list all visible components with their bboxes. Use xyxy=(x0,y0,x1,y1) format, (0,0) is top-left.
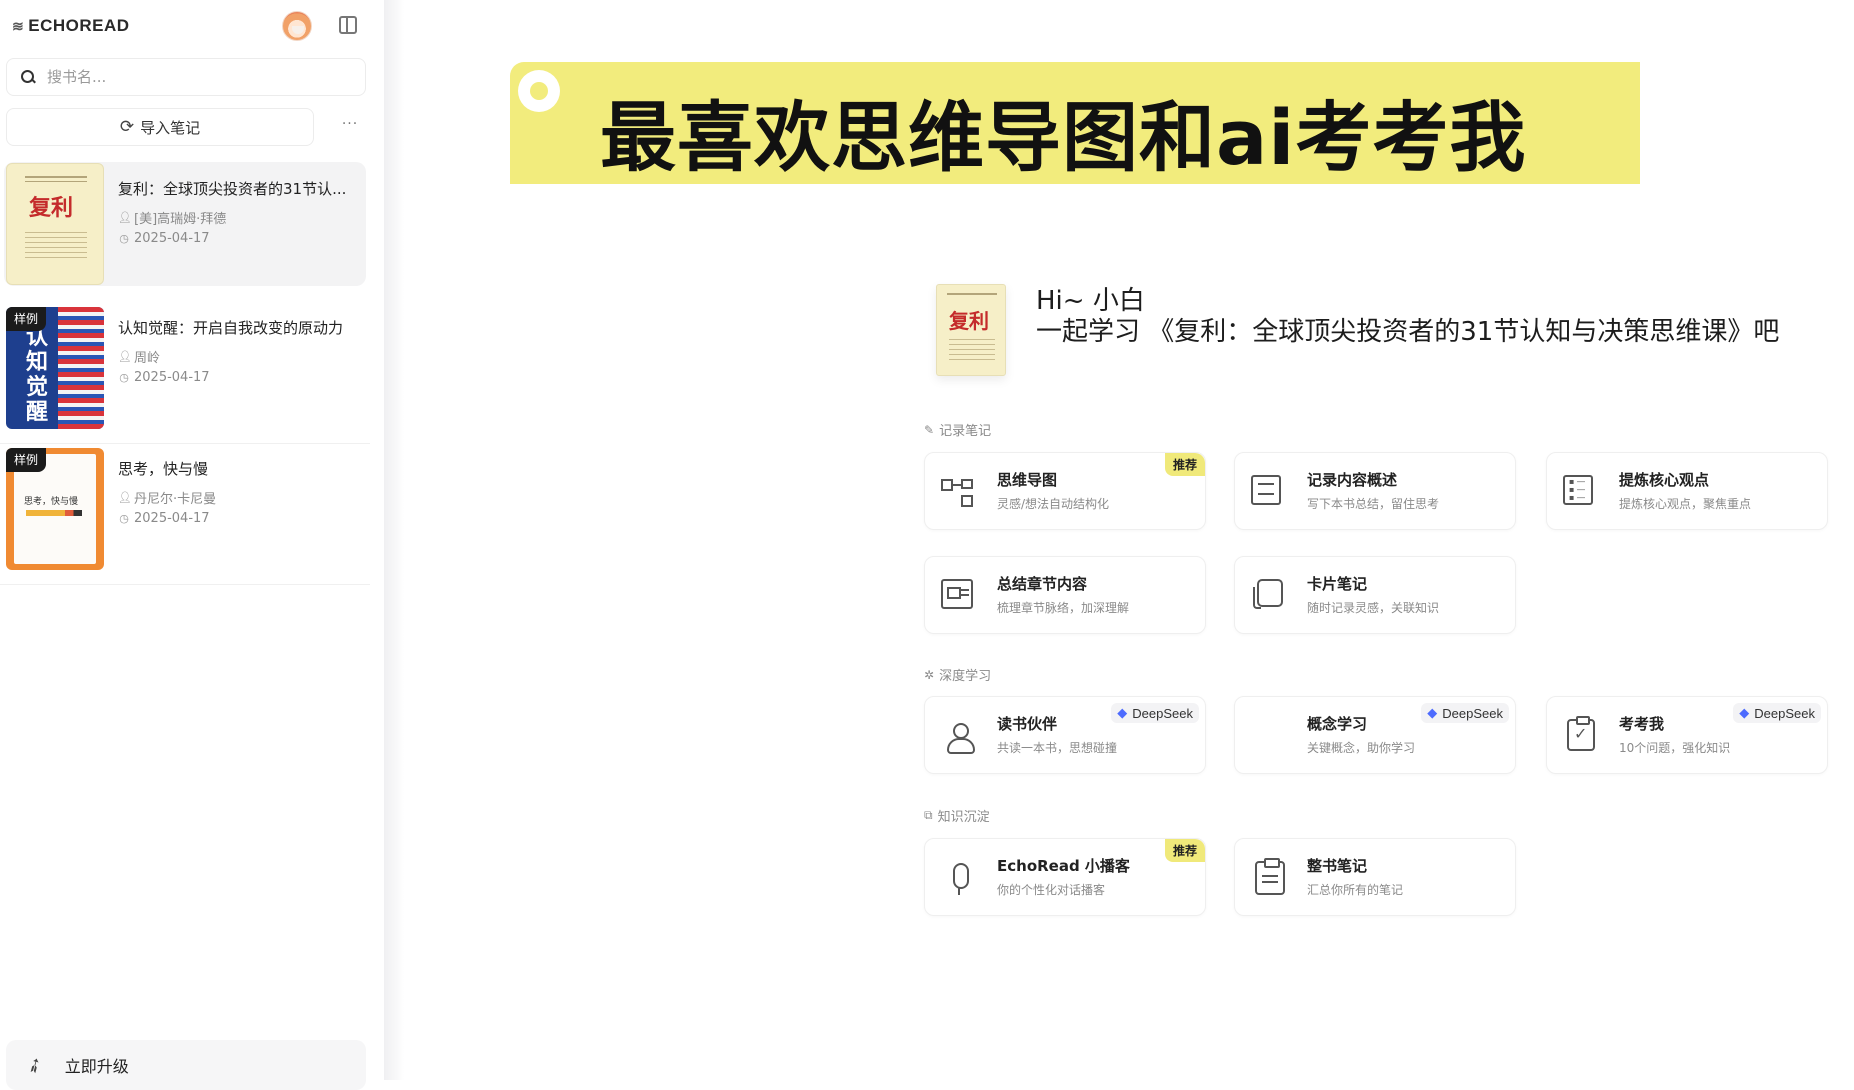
mindmap-icon xyxy=(941,475,977,511)
pen-icon: ✎ xyxy=(924,422,935,437)
card-concept-learning[interactable]: 概念学习 关键概念，助你学习 ◆ DeepSeek xyxy=(1234,696,1516,774)
logo-mark-icon: ≋ xyxy=(12,17,25,34)
archive-icon: ⧉ xyxy=(924,808,933,822)
book-item-siko[interactable]: 样例 思考，快与慢 思考，快与慢 👤︎ 丹尼尔·卡尼曼 ◷ 2025-04-17 xyxy=(0,444,370,585)
card-book-notes[interactable]: 整书笔记 汇总你所有的笔记 xyxy=(1234,838,1516,916)
refresh-icon: ⟳ xyxy=(119,117,135,137)
banner-text: 最喜欢思维导图和ai考考我 xyxy=(600,93,1527,182)
deepseek-badge: ◆ DeepSeek xyxy=(1111,703,1199,723)
card-subtitle: 提炼核心观点，聚焦重点 xyxy=(1619,497,1752,511)
document-icon xyxy=(1251,475,1281,505)
app-logo[interactable]: ≋ ECHOREAD xyxy=(12,14,130,38)
book-item-fuli[interactable]: 复利 复利：全球顶尖投资者的31节认... 👤︎ [美]高瑞姆·拜德 ◷ 202… xyxy=(4,162,366,286)
more-options-button[interactable]: ··· xyxy=(338,114,362,138)
clock-icon: ◷ xyxy=(119,232,129,245)
book-author: 👤︎ 丹尼尔·卡尼曼 xyxy=(118,491,217,507)
sidebar-divider xyxy=(384,0,404,1080)
card-mindmap[interactable]: 思维导图 灵感/想法自动结构化 推荐 xyxy=(924,452,1206,530)
card-note-icon xyxy=(1253,579,1283,609)
card-subtitle: 梳理章节脉络，加深理解 xyxy=(997,601,1130,615)
card-podcast[interactable]: EchoRead 小播客 你的个性化对话播客 推荐 xyxy=(924,838,1206,916)
book-date: ◷ 2025-04-17 xyxy=(119,511,210,526)
search-input[interactable] xyxy=(47,68,327,86)
chapter-icon xyxy=(941,579,973,609)
card-title: 整书笔记 xyxy=(1307,857,1368,875)
book-date: ◷ 2025-04-17 xyxy=(119,370,210,385)
sidebar: ≋ ECHOREAD ⟳ 导入笔记 ··· 复利 复利：全球顶尖投资者的31节认… xyxy=(0,0,384,1090)
card-reading-partner[interactable]: 读书伙伴 共读一本书，思想碰撞 ◆ DeepSeek xyxy=(924,696,1206,774)
book-cover: 复利 xyxy=(6,163,104,285)
card-title: 总结章节内容 xyxy=(997,575,1088,593)
grid-icon xyxy=(1251,719,1287,755)
card-quiz-me[interactable]: 考考我 10个问题，强化知识 ◆ DeepSeek xyxy=(1546,696,1828,774)
card-chapter-summary[interactable]: 总结章节内容 梳理章节脉络，加深理解 xyxy=(924,556,1206,634)
caption-banner: 最喜欢思维导图和ai考考我 xyxy=(510,62,1640,184)
list-icon xyxy=(1563,475,1593,505)
book-title: 认知觉醒：开启自我改变的原动力 xyxy=(118,319,344,337)
deepseek-whale-icon: ◆ xyxy=(1117,705,1128,720)
deepseek-badge: ◆ DeepSeek xyxy=(1733,703,1821,723)
card-title: 卡片笔记 xyxy=(1307,575,1368,593)
card-core-points[interactable]: 提炼核心观点 提炼核心观点，聚焦重点 xyxy=(1546,452,1828,530)
card-subtitle: 随时记录灵感，关联知识 xyxy=(1307,601,1440,615)
current-book-cover: 复利 xyxy=(936,284,1006,376)
sample-badge: 样例 xyxy=(6,448,47,472)
card-title: 考考我 xyxy=(1619,715,1665,733)
import-notes-label: 导入笔记 xyxy=(140,118,201,137)
book-date: ◷ 2025-04-17 xyxy=(119,231,210,246)
card-title: 提炼核心观点 xyxy=(1619,471,1710,489)
section-knowledge-label: ⧉ 知识沉淀 xyxy=(924,808,990,825)
recommend-badge: 推荐 xyxy=(1164,839,1205,862)
card-summary-content[interactable]: 记录内容概述 写下本书总结，留住思考 xyxy=(1234,452,1516,530)
book-author: 👤︎ [美]高瑞姆·拜德 xyxy=(118,211,227,227)
clock-icon: ◷ xyxy=(119,512,129,525)
card-subtitle: 写下本书总结，留住思考 xyxy=(1307,497,1440,511)
deepseek-whale-icon: ◆ xyxy=(1427,705,1438,720)
card-title: 思维导图 xyxy=(997,471,1058,489)
greeting-hi: Hi~ 小白 xyxy=(1036,286,1145,316)
rocket-icon: ➶ xyxy=(21,1050,48,1080)
person-icon: 👤︎ xyxy=(118,491,132,504)
section-notes-label: ✎ 记录笔记 xyxy=(924,422,992,440)
person-icon: 👤︎ xyxy=(118,211,132,224)
microphone-icon xyxy=(941,861,977,897)
card-card-note[interactable]: 卡片笔记 随时记录灵感，关联知识 xyxy=(1234,556,1516,634)
person-icon: 👤︎ xyxy=(118,350,132,363)
import-notes-button[interactable]: ⟳ 导入笔记 xyxy=(6,108,314,146)
sparkle-icon: ✲ xyxy=(924,667,935,682)
banner-dot-icon xyxy=(518,70,560,112)
card-title: 概念学习 xyxy=(1307,715,1368,733)
card-subtitle: 你的个性化对话播客 xyxy=(997,883,1106,897)
card-subtitle: 汇总你所有的笔记 xyxy=(1307,883,1404,897)
greeting-line: 一起学习 《复利：全球顶尖投资者的31节认知与决策思维课》吧 xyxy=(1036,317,1780,347)
deepseek-whale-icon: ◆ xyxy=(1739,705,1750,720)
card-subtitle: 灵感/想法自动结构化 xyxy=(997,497,1110,511)
search-box xyxy=(6,58,366,96)
clipboard-check-icon xyxy=(1567,716,1595,751)
search-icon xyxy=(21,70,35,84)
card-subtitle: 共读一本书，思想碰撞 xyxy=(997,741,1118,755)
book-item-renzhi[interactable]: 样例 认知觉醒 认知觉醒：开启自我改变的原动力 👤︎ 周岭 ◷ 2025-04-… xyxy=(0,303,370,444)
sidebar-toggle-icon[interactable] xyxy=(339,16,357,34)
clipboard-icon xyxy=(1255,858,1285,895)
card-subtitle: 10个问题，强化知识 xyxy=(1619,741,1731,755)
card-title: EchoRead 小播客 xyxy=(997,857,1130,875)
sample-badge: 样例 xyxy=(6,307,47,331)
card-title: 记录内容概述 xyxy=(1307,471,1398,489)
clock-icon: ◷ xyxy=(119,371,129,384)
book-title: 思考，快与慢 xyxy=(118,460,209,478)
deepseek-badge: ◆ DeepSeek xyxy=(1421,703,1509,723)
card-title: 读书伙伴 xyxy=(997,715,1058,733)
recommend-badge: 推荐 xyxy=(1164,453,1205,476)
app-logo-text: ECHOREAD xyxy=(28,16,130,35)
book-author: 👤︎ 周岭 xyxy=(118,350,161,366)
section-deep-label: ✲ 深度学习 xyxy=(924,667,992,685)
upgrade-button[interactable]: ➶ 立即升级 xyxy=(6,1040,366,1090)
reading-partner-icon xyxy=(941,719,977,755)
upgrade-label: 立即升级 xyxy=(64,1057,129,1076)
card-subtitle: 关键概念，助你学习 xyxy=(1307,741,1416,755)
user-avatar[interactable] xyxy=(282,11,312,41)
book-list: 复利 复利：全球顶尖投资者的31节认... 👤︎ [美]高瑞姆·拜德 ◷ 202… xyxy=(0,162,370,585)
book-title: 复利：全球顶尖投资者的31节认... xyxy=(118,180,347,198)
